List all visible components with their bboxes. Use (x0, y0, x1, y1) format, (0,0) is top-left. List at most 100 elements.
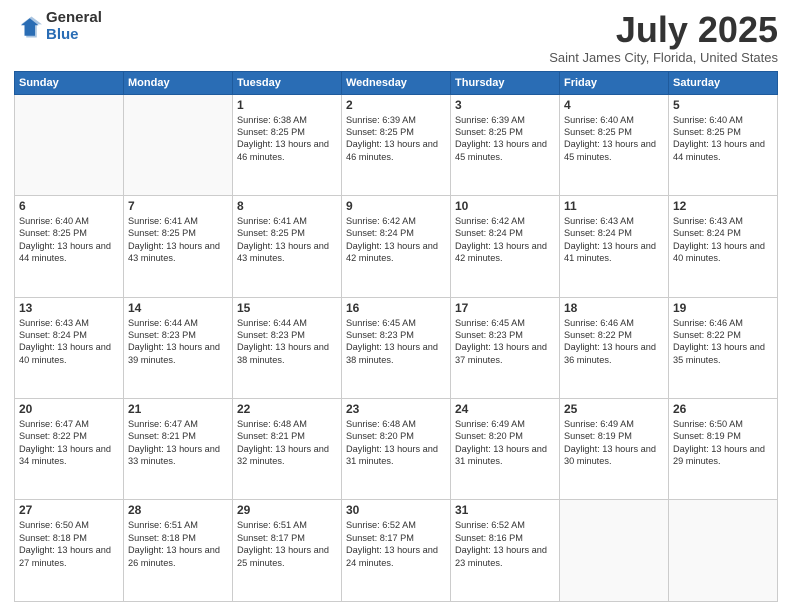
col-thursday: Thursday (451, 71, 560, 94)
day-info: Sunrise: 6:48 AMSunset: 8:21 PMDaylight:… (237, 418, 337, 468)
day-number: 24 (455, 402, 555, 416)
table-row: 29 Sunrise: 6:51 AMSunset: 8:17 PMDayligh… (233, 500, 342, 602)
day-info: Sunrise: 6:46 AMSunset: 8:22 PMDaylight:… (564, 317, 664, 367)
col-tuesday: Tuesday (233, 71, 342, 94)
calendar-table: Sunday Monday Tuesday Wednesday Thursday… (14, 71, 778, 602)
calendar-week-row: 1 Sunrise: 6:38 AMSunset: 8:25 PMDaylight… (15, 94, 778, 195)
day-info: Sunrise: 6:46 AMSunset: 8:22 PMDaylight:… (673, 317, 773, 367)
day-info: Sunrise: 6:52 AMSunset: 8:17 PMDaylight:… (346, 519, 446, 569)
table-row: 7 Sunrise: 6:41 AMSunset: 8:25 PMDaylight… (124, 196, 233, 297)
day-info: Sunrise: 6:50 AMSunset: 8:19 PMDaylight:… (673, 418, 773, 468)
day-number: 17 (455, 301, 555, 315)
logo-general: General (46, 10, 102, 27)
day-number: 28 (128, 503, 228, 517)
day-number: 21 (128, 402, 228, 416)
day-info: Sunrise: 6:40 AMSunset: 8:25 PMDaylight:… (19, 215, 119, 265)
logo-icon (14, 13, 42, 41)
day-number: 31 (455, 503, 555, 517)
day-number: 7 (128, 199, 228, 213)
table-row: 16 Sunrise: 6:45 AMSunset: 8:23 PMDayligh… (342, 297, 451, 398)
header: General Blue July 2025 Saint James City,… (14, 10, 778, 65)
day-info: Sunrise: 6:40 AMSunset: 8:25 PMDaylight:… (673, 114, 773, 164)
day-info: Sunrise: 6:49 AMSunset: 8:19 PMDaylight:… (564, 418, 664, 468)
calendar-header-row: Sunday Monday Tuesday Wednesday Thursday… (15, 71, 778, 94)
table-row: 31 Sunrise: 6:52 AMSunset: 8:16 PMDayligh… (451, 500, 560, 602)
day-number: 13 (19, 301, 119, 315)
table-row: 22 Sunrise: 6:48 AMSunset: 8:21 PMDayligh… (233, 399, 342, 500)
day-info: Sunrise: 6:45 AMSunset: 8:23 PMDaylight:… (346, 317, 446, 367)
calendar-week-row: 20 Sunrise: 6:47 AMSunset: 8:22 PMDayligh… (15, 399, 778, 500)
day-info: Sunrise: 6:41 AMSunset: 8:25 PMDaylight:… (237, 215, 337, 265)
table-row: 8Sunrise: 6:41 AMSunset: 8:25 PMDaylight… (233, 196, 342, 297)
table-row (560, 500, 669, 602)
table-row: 13 Sunrise: 6:43 AMSunset: 8:24 PMDayligh… (15, 297, 124, 398)
table-row: 23Sunrise: 6:48 AMSunset: 8:20 PMDayligh… (342, 399, 451, 500)
day-info: Sunrise: 6:51 AMSunset: 8:17 PMDaylight:… (237, 519, 337, 569)
table-row: 30 Sunrise: 6:52 AMSunset: 8:17 PMDayligh… (342, 500, 451, 602)
table-row: 26Sunrise: 6:50 AMSunset: 8:19 PMDayligh… (669, 399, 778, 500)
day-number: 2 (346, 98, 446, 112)
table-row: 11 Sunrise: 6:43 AMSunset: 8:24 PMDayligh… (560, 196, 669, 297)
table-row: 28 Sunrise: 6:51 AMSunset: 8:18 PMDayligh… (124, 500, 233, 602)
table-row: 1 Sunrise: 6:38 AMSunset: 8:25 PMDaylight… (233, 94, 342, 195)
day-number: 9 (346, 199, 446, 213)
calendar-week-row: 13 Sunrise: 6:43 AMSunset: 8:24 PMDayligh… (15, 297, 778, 398)
day-number: 19 (673, 301, 773, 315)
table-row: 14Sunrise: 6:44 AMSunset: 8:23 PMDayligh… (124, 297, 233, 398)
day-info: Sunrise: 6:49 AMSunset: 8:20 PMDaylight:… (455, 418, 555, 468)
day-number: 16 (346, 301, 446, 315)
table-row (669, 500, 778, 602)
table-row: 18 Sunrise: 6:46 AMSunset: 8:22 PMDayligh… (560, 297, 669, 398)
day-number: 15 (237, 301, 337, 315)
day-info: Sunrise: 6:43 AMSunset: 8:24 PMDaylight:… (564, 215, 664, 265)
day-info: Sunrise: 6:51 AMSunset: 8:18 PMDaylight:… (128, 519, 228, 569)
title-month: July 2025 (549, 10, 778, 50)
table-row: 17Sunrise: 6:45 AMSunset: 8:23 PMDayligh… (451, 297, 560, 398)
day-info: Sunrise: 6:52 AMSunset: 8:16 PMDaylight:… (455, 519, 555, 569)
table-row: 6 Sunrise: 6:40 AMSunset: 8:25 PMDaylight… (15, 196, 124, 297)
day-number: 10 (455, 199, 555, 213)
day-info: Sunrise: 6:44 AMSunset: 8:23 PMDaylight:… (237, 317, 337, 367)
day-info: Sunrise: 6:48 AMSunset: 8:20 PMDaylight:… (346, 418, 446, 468)
day-number: 30 (346, 503, 446, 517)
day-number: 18 (564, 301, 664, 315)
day-info: Sunrise: 6:47 AMSunset: 8:21 PMDaylight:… (128, 418, 228, 468)
day-info: Sunrise: 6:44 AMSunset: 8:23 PMDaylight:… (128, 317, 228, 367)
day-info: Sunrise: 6:43 AMSunset: 8:24 PMDaylight:… (19, 317, 119, 367)
table-row: 27Sunrise: 6:50 AMSunset: 8:18 PMDayligh… (15, 500, 124, 602)
day-number: 22 (237, 402, 337, 416)
day-info: Sunrise: 6:40 AMSunset: 8:25 PMDaylight:… (564, 114, 664, 164)
table-row: 25 Sunrise: 6:49 AMSunset: 8:19 PMDayligh… (560, 399, 669, 500)
table-row: 5 Sunrise: 6:40 AMSunset: 8:25 PMDaylight… (669, 94, 778, 195)
day-number: 25 (564, 402, 664, 416)
calendar-week-row: 27Sunrise: 6:50 AMSunset: 8:18 PMDayligh… (15, 500, 778, 602)
day-number: 12 (673, 199, 773, 213)
table-row: 24 Sunrise: 6:49 AMSunset: 8:20 PMDayligh… (451, 399, 560, 500)
table-row: 9 Sunrise: 6:42 AMSunset: 8:24 PMDaylight… (342, 196, 451, 297)
table-row: 20 Sunrise: 6:47 AMSunset: 8:22 PMDayligh… (15, 399, 124, 500)
day-number: 11 (564, 199, 664, 213)
table-row: 3Sunrise: 6:39 AMSunset: 8:25 PMDaylight… (451, 94, 560, 195)
day-number: 29 (237, 503, 337, 517)
day-number: 27 (19, 503, 119, 517)
title-block: July 2025 Saint James City, Florida, Uni… (549, 10, 778, 65)
day-info: Sunrise: 6:42 AMSunset: 8:24 PMDaylight:… (346, 215, 446, 265)
page: General Blue July 2025 Saint James City,… (0, 0, 792, 612)
day-number: 5 (673, 98, 773, 112)
day-info: Sunrise: 6:47 AMSunset: 8:22 PMDaylight:… (19, 418, 119, 468)
logo-text: General Blue (46, 10, 102, 43)
table-row: 21 Sunrise: 6:47 AMSunset: 8:21 PMDayligh… (124, 399, 233, 500)
table-row (124, 94, 233, 195)
day-number: 6 (19, 199, 119, 213)
col-sunday: Sunday (15, 71, 124, 94)
day-info: Sunrise: 6:42 AMSunset: 8:24 PMDaylight:… (455, 215, 555, 265)
day-number: 20 (19, 402, 119, 416)
table-row: 2Sunrise: 6:39 AMSunset: 8:25 PMDaylight… (342, 94, 451, 195)
calendar-week-row: 6 Sunrise: 6:40 AMSunset: 8:25 PMDaylight… (15, 196, 778, 297)
day-number: 3 (455, 98, 555, 112)
day-info: Sunrise: 6:41 AMSunset: 8:25 PMDaylight:… (128, 215, 228, 265)
day-info: Sunrise: 6:38 AMSunset: 8:25 PMDaylight:… (237, 114, 337, 164)
table-row (15, 94, 124, 195)
table-row: 19 Sunrise: 6:46 AMSunset: 8:22 PMDayligh… (669, 297, 778, 398)
day-number: 1 (237, 98, 337, 112)
